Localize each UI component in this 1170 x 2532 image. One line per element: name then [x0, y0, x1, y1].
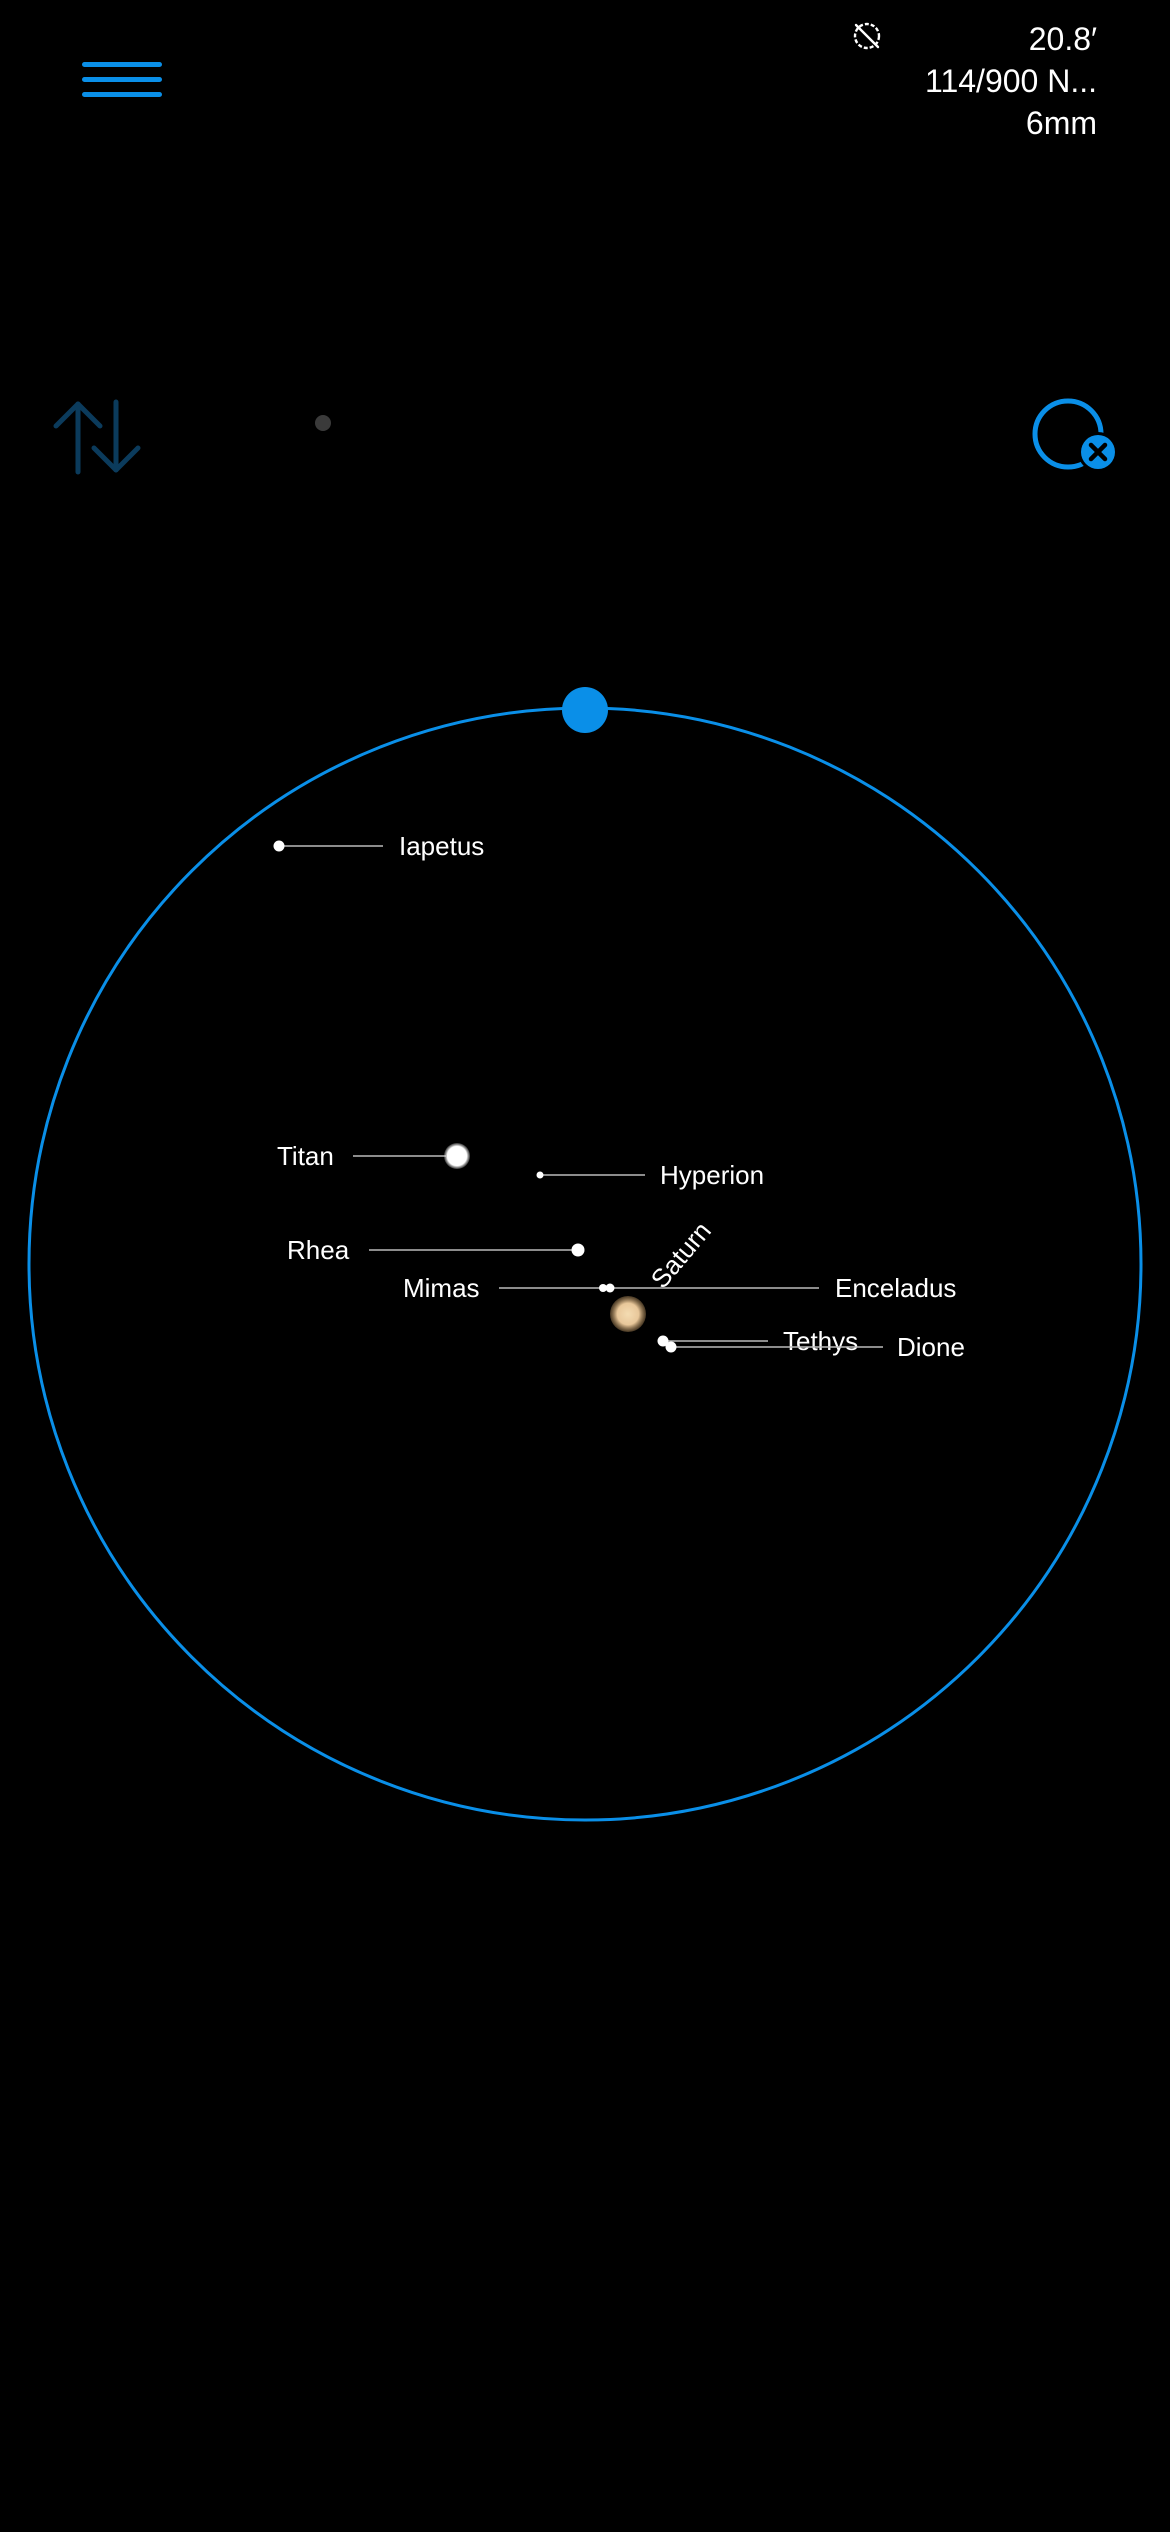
moon-label: Tethys [783, 1326, 858, 1356]
moon-label: Hyperion [660, 1160, 764, 1190]
moon-mimas[interactable]: Mimas [403, 1273, 607, 1303]
moon-label: Enceladus [835, 1273, 956, 1303]
moon-label: Rhea [287, 1235, 350, 1265]
moon-label: Mimas [403, 1273, 480, 1303]
moon-iapetus[interactable]: Iapetus [273, 831, 485, 861]
moon-label: Iapetus [399, 831, 484, 861]
moon-titan[interactable]: Titan [277, 1141, 470, 1171]
moon-label: Titan [277, 1141, 334, 1171]
field-of-view[interactable]: Iapetus Titan Hyperion Rhea Mimas Encela… [0, 0, 1170, 2532]
moon-hyperion[interactable]: Hyperion [536, 1160, 765, 1190]
fov-rotation-handle[interactable] [562, 687, 608, 733]
moon-label: Dione [897, 1332, 965, 1362]
planet-saturn[interactable]: Saturn [610, 1216, 717, 1332]
fov-circle [27, 706, 1143, 1822]
planet-label: Saturn [645, 1216, 717, 1294]
moon-rhea[interactable]: Rhea [287, 1235, 585, 1265]
moon-tethys[interactable]: Tethys [657, 1326, 859, 1356]
